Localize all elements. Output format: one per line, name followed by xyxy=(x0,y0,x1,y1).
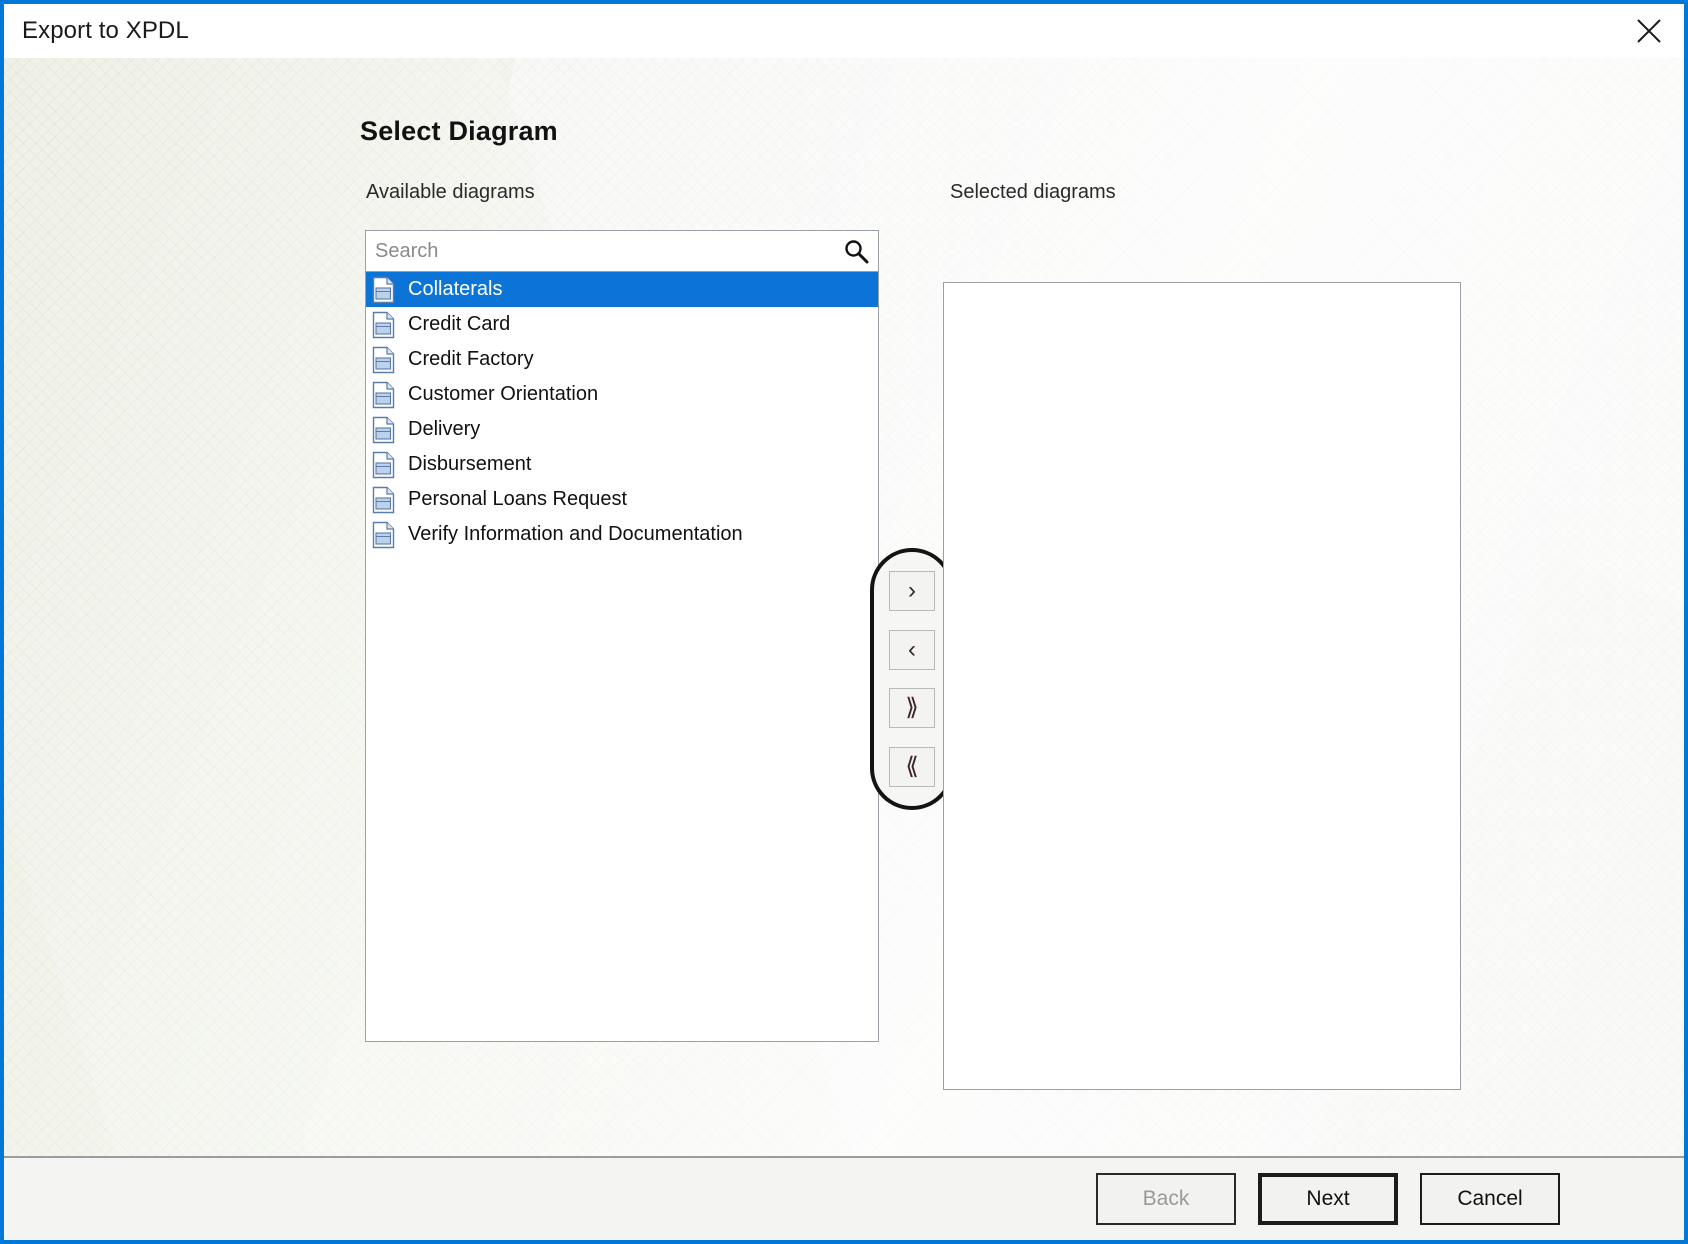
list-item-label: Disbursement xyxy=(408,453,532,475)
list-item[interactable]: Verify Information and Documentation xyxy=(366,517,878,552)
list-item[interactable]: Credit Card xyxy=(366,307,878,342)
list-item[interactable]: Disbursement xyxy=(366,447,878,482)
search-icon[interactable] xyxy=(834,231,878,271)
list-item-label: Collaterals xyxy=(408,278,503,300)
move-right-button[interactable]: › xyxy=(889,570,935,611)
dialog-title: Export to XPDL xyxy=(22,17,189,44)
available-diagrams-panel: Collaterals Credit Card Credit Factory Cust… xyxy=(365,230,879,1042)
search-input[interactable] xyxy=(366,231,834,271)
document-icon xyxy=(372,521,408,549)
page-title: Select Diagram xyxy=(360,116,558,146)
close-icon[interactable] xyxy=(1620,6,1678,56)
list-item-label: Credit Factory xyxy=(408,348,534,370)
move-all-right-button[interactable]: ⟫ xyxy=(889,688,935,729)
document-icon xyxy=(372,451,408,479)
transfer-buttons-group: › ‹ ⟫ ⟪ xyxy=(870,548,954,810)
list-item[interactable]: Personal Loans Request xyxy=(366,482,878,517)
cancel-button[interactable]: Cancel xyxy=(1420,1173,1560,1225)
list-item[interactable]: Credit Factory xyxy=(366,342,878,377)
dialog-title-bar: Export to XPDL xyxy=(4,4,1684,58)
list-item[interactable]: Collaterals xyxy=(366,272,878,307)
available-diagrams-list[interactable]: Collaterals Credit Card Credit Factory Cust… xyxy=(365,272,879,1042)
document-icon xyxy=(372,416,408,444)
list-item[interactable]: Delivery xyxy=(366,412,878,447)
selected-diagrams-list[interactable] xyxy=(943,282,1461,1090)
document-icon xyxy=(372,276,408,304)
move-left-button[interactable]: ‹ xyxy=(889,629,935,670)
document-icon xyxy=(372,486,408,514)
selected-diagrams-label: Selected diagrams xyxy=(950,181,1116,203)
document-icon xyxy=(372,346,408,374)
document-icon xyxy=(372,311,408,339)
move-all-left-button[interactable]: ⟪ xyxy=(889,747,935,788)
dialog-footer: Back Next Cancel xyxy=(4,1156,1684,1240)
list-item[interactable]: Customer Orientation xyxy=(366,377,878,412)
dialog-body: Select Diagram Available diagrams Select… xyxy=(4,58,1684,1156)
available-diagrams-label: Available diagrams xyxy=(366,181,535,203)
search-box[interactable] xyxy=(365,230,879,272)
list-item-label: Personal Loans Request xyxy=(408,488,628,510)
export-to-xpdl-dialog: Export to XPDL Select Diagram Available … xyxy=(0,0,1688,1244)
list-item-label: Customer Orientation xyxy=(408,383,599,405)
back-button[interactable]: Back xyxy=(1096,1173,1236,1225)
document-icon xyxy=(372,381,408,409)
next-button[interactable]: Next xyxy=(1258,1173,1398,1225)
list-item-label: Delivery xyxy=(408,418,481,440)
list-item-label: Credit Card xyxy=(408,313,511,335)
list-item-label: Verify Information and Documentation xyxy=(408,523,743,545)
